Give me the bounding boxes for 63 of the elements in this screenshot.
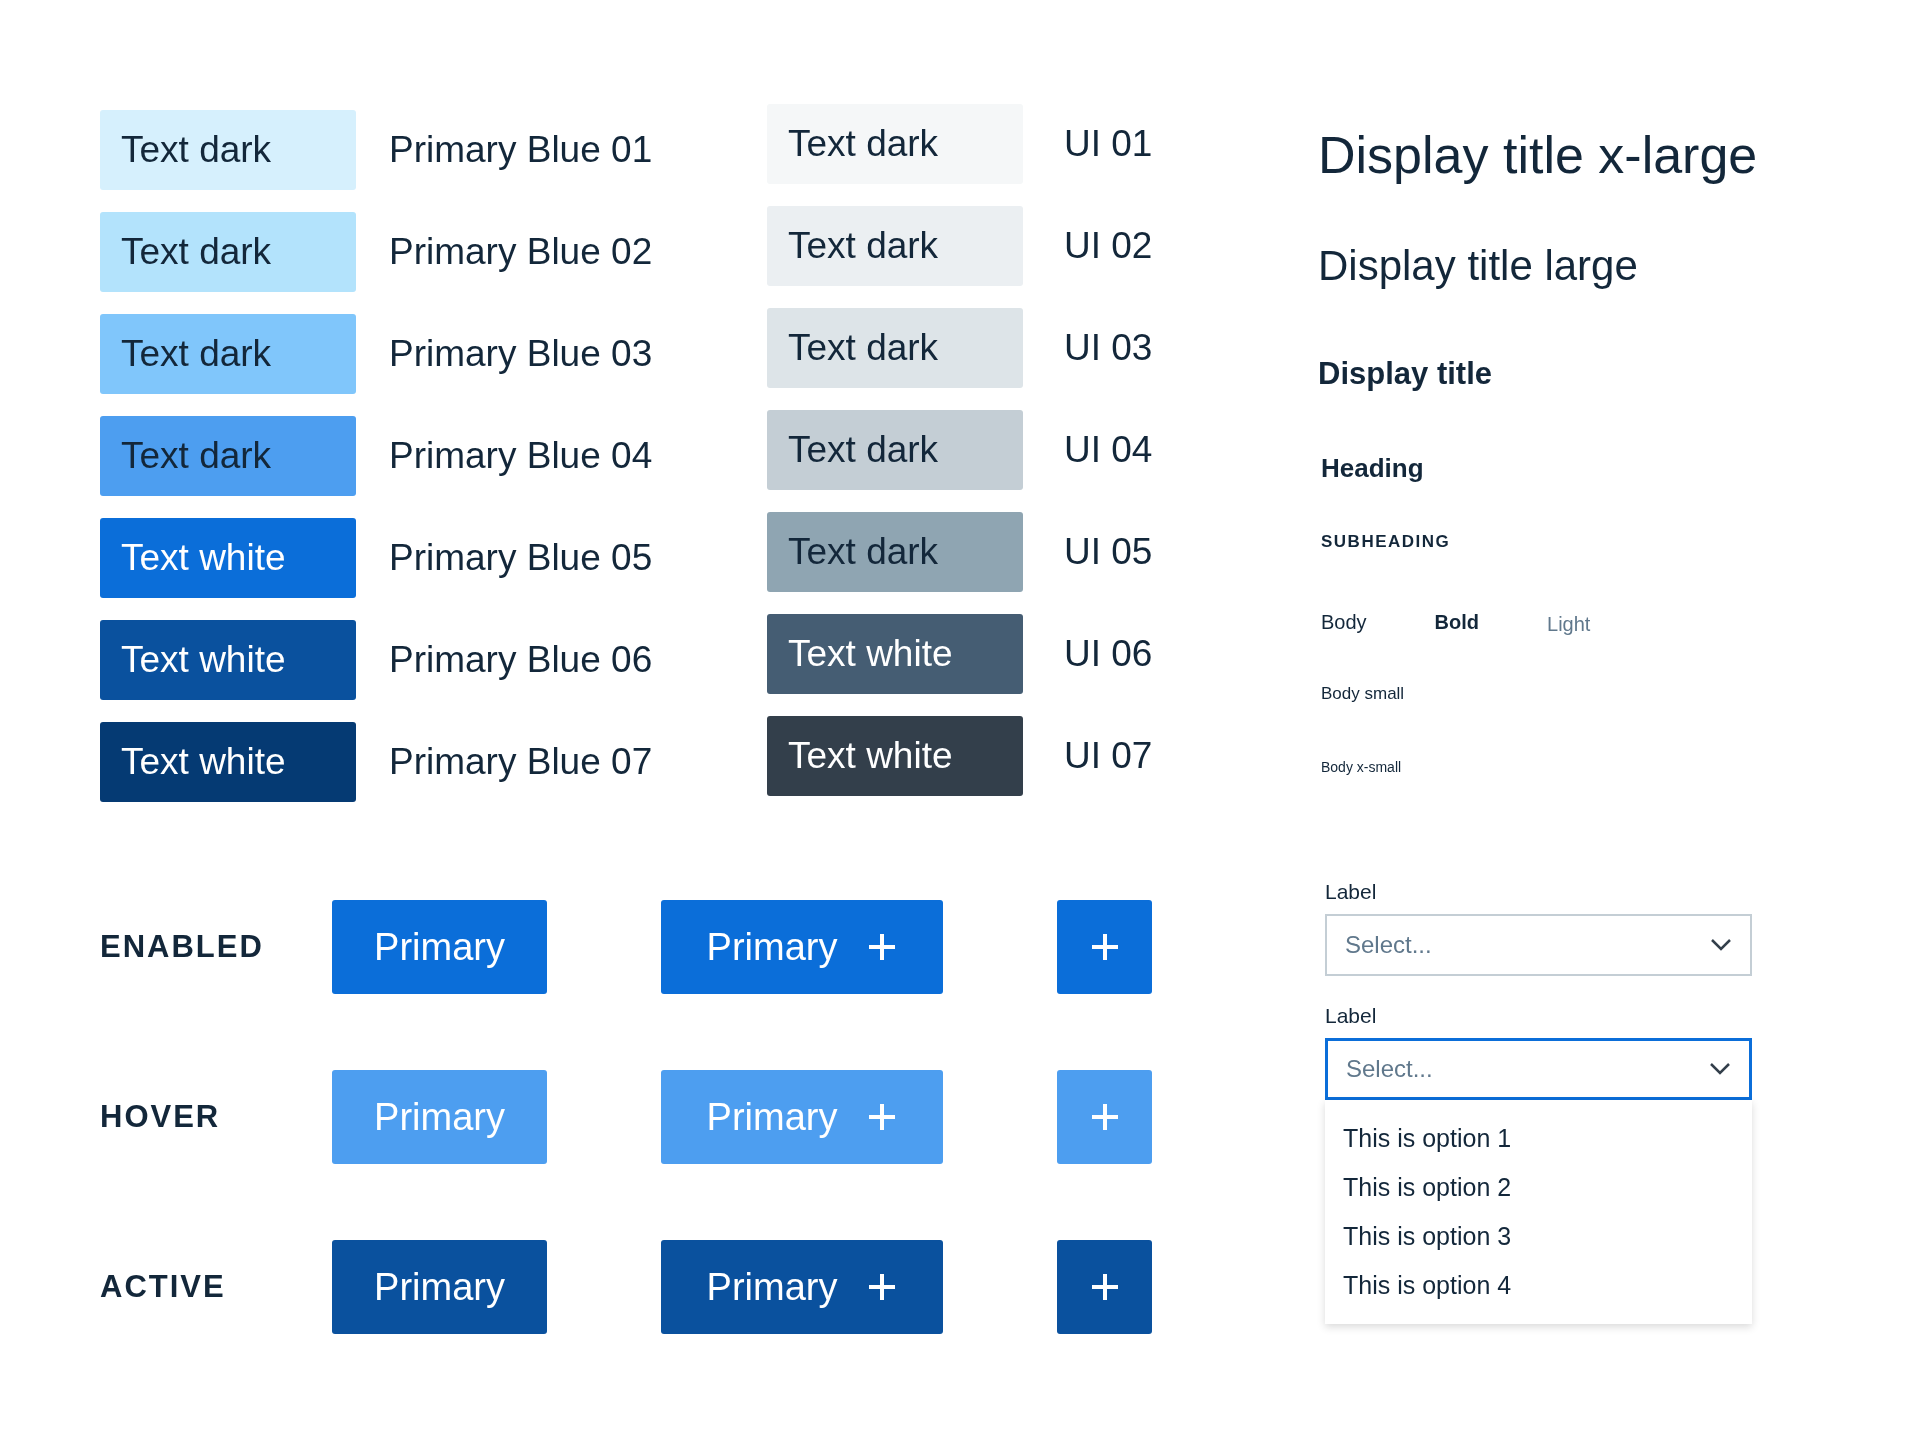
type-sample: SUBHEADING xyxy=(1321,532,1451,552)
color-name: Primary Blue 02 xyxy=(389,231,653,273)
plus-icon xyxy=(867,932,898,962)
select-field[interactable]: Select... xyxy=(1325,914,1752,976)
menu-option[interactable]: This is option 1 xyxy=(1325,1114,1752,1163)
state-label: HOVER xyxy=(100,1099,222,1135)
add-button[interactable] xyxy=(1057,1240,1152,1334)
color-name: UI 04 xyxy=(1064,429,1153,471)
primary-button[interactable]: Primary xyxy=(332,900,547,994)
type-sample: Display title large xyxy=(1318,242,1638,290)
body-sample: Light xyxy=(1547,612,1591,636)
color-swatch: Text white xyxy=(767,716,1023,796)
type-sample: Display title xyxy=(1318,356,1492,392)
state-label: ENABLED xyxy=(100,929,265,965)
color-name: Primary Blue 07 xyxy=(389,741,653,783)
type-sample: Body x-small xyxy=(1321,759,1402,775)
chevron-down-icon xyxy=(1709,1062,1731,1076)
plus-icon xyxy=(1089,932,1120,962)
color-swatch: Text white xyxy=(100,518,356,598)
color-swatch: Text dark xyxy=(767,512,1023,592)
color-name: Primary Blue 05 xyxy=(389,537,653,579)
body-sample: Body xyxy=(1321,610,1367,634)
color-swatch: Text white xyxy=(100,722,356,802)
chevron-down-icon xyxy=(1710,938,1732,952)
body-sample: Bold xyxy=(1434,610,1480,634)
type-sample: Heading xyxy=(1321,452,1424,484)
color-swatch: Text white xyxy=(100,620,356,700)
type-sample: Body small xyxy=(1321,684,1405,704)
color-name: UI 03 xyxy=(1064,327,1153,369)
plus-icon xyxy=(867,1272,898,1302)
color-swatch: Text white xyxy=(767,614,1023,694)
color-swatch: Text dark xyxy=(100,416,356,496)
color-name: UI 01 xyxy=(1064,123,1153,165)
color-swatch: Text dark xyxy=(767,104,1023,184)
color-name: UI 06 xyxy=(1064,633,1153,675)
select-field[interactable]: Select... xyxy=(1325,1038,1752,1100)
color-name: UI 07 xyxy=(1064,735,1153,777)
type-sample: Display title x-large xyxy=(1318,125,1758,185)
color-swatch: Text dark xyxy=(100,212,356,292)
primary-button[interactable]: Primary xyxy=(661,1240,943,1334)
color-name: UI 02 xyxy=(1064,225,1153,267)
color-swatch: Text dark xyxy=(767,308,1023,388)
color-swatch: Text dark xyxy=(767,206,1023,286)
color-swatch: Text dark xyxy=(100,314,356,394)
field-label: Label xyxy=(1325,880,1378,904)
plus-icon xyxy=(867,1102,898,1132)
menu-option[interactable]: This is option 3 xyxy=(1325,1212,1752,1261)
color-name: Primary Blue 04 xyxy=(389,435,653,477)
primary-button[interactable]: Primary xyxy=(332,1240,547,1334)
color-swatch: Text dark xyxy=(100,110,356,190)
menu-option[interactable]: This is option 4 xyxy=(1325,1261,1752,1310)
add-button[interactable] xyxy=(1057,900,1152,994)
color-swatch: Text dark xyxy=(767,410,1023,490)
primary-button[interactable]: Primary xyxy=(661,900,943,994)
color-name: Primary Blue 03 xyxy=(389,333,653,375)
color-name: Primary Blue 01 xyxy=(389,129,653,171)
color-name: Primary Blue 06 xyxy=(389,639,653,681)
plus-icon xyxy=(1089,1102,1120,1132)
state-label: ACTIVE xyxy=(100,1269,227,1305)
plus-icon xyxy=(1089,1272,1120,1302)
color-name: UI 05 xyxy=(1064,531,1153,573)
field-label: Label xyxy=(1325,1004,1378,1028)
menu-option[interactable]: This is option 2 xyxy=(1325,1163,1752,1212)
